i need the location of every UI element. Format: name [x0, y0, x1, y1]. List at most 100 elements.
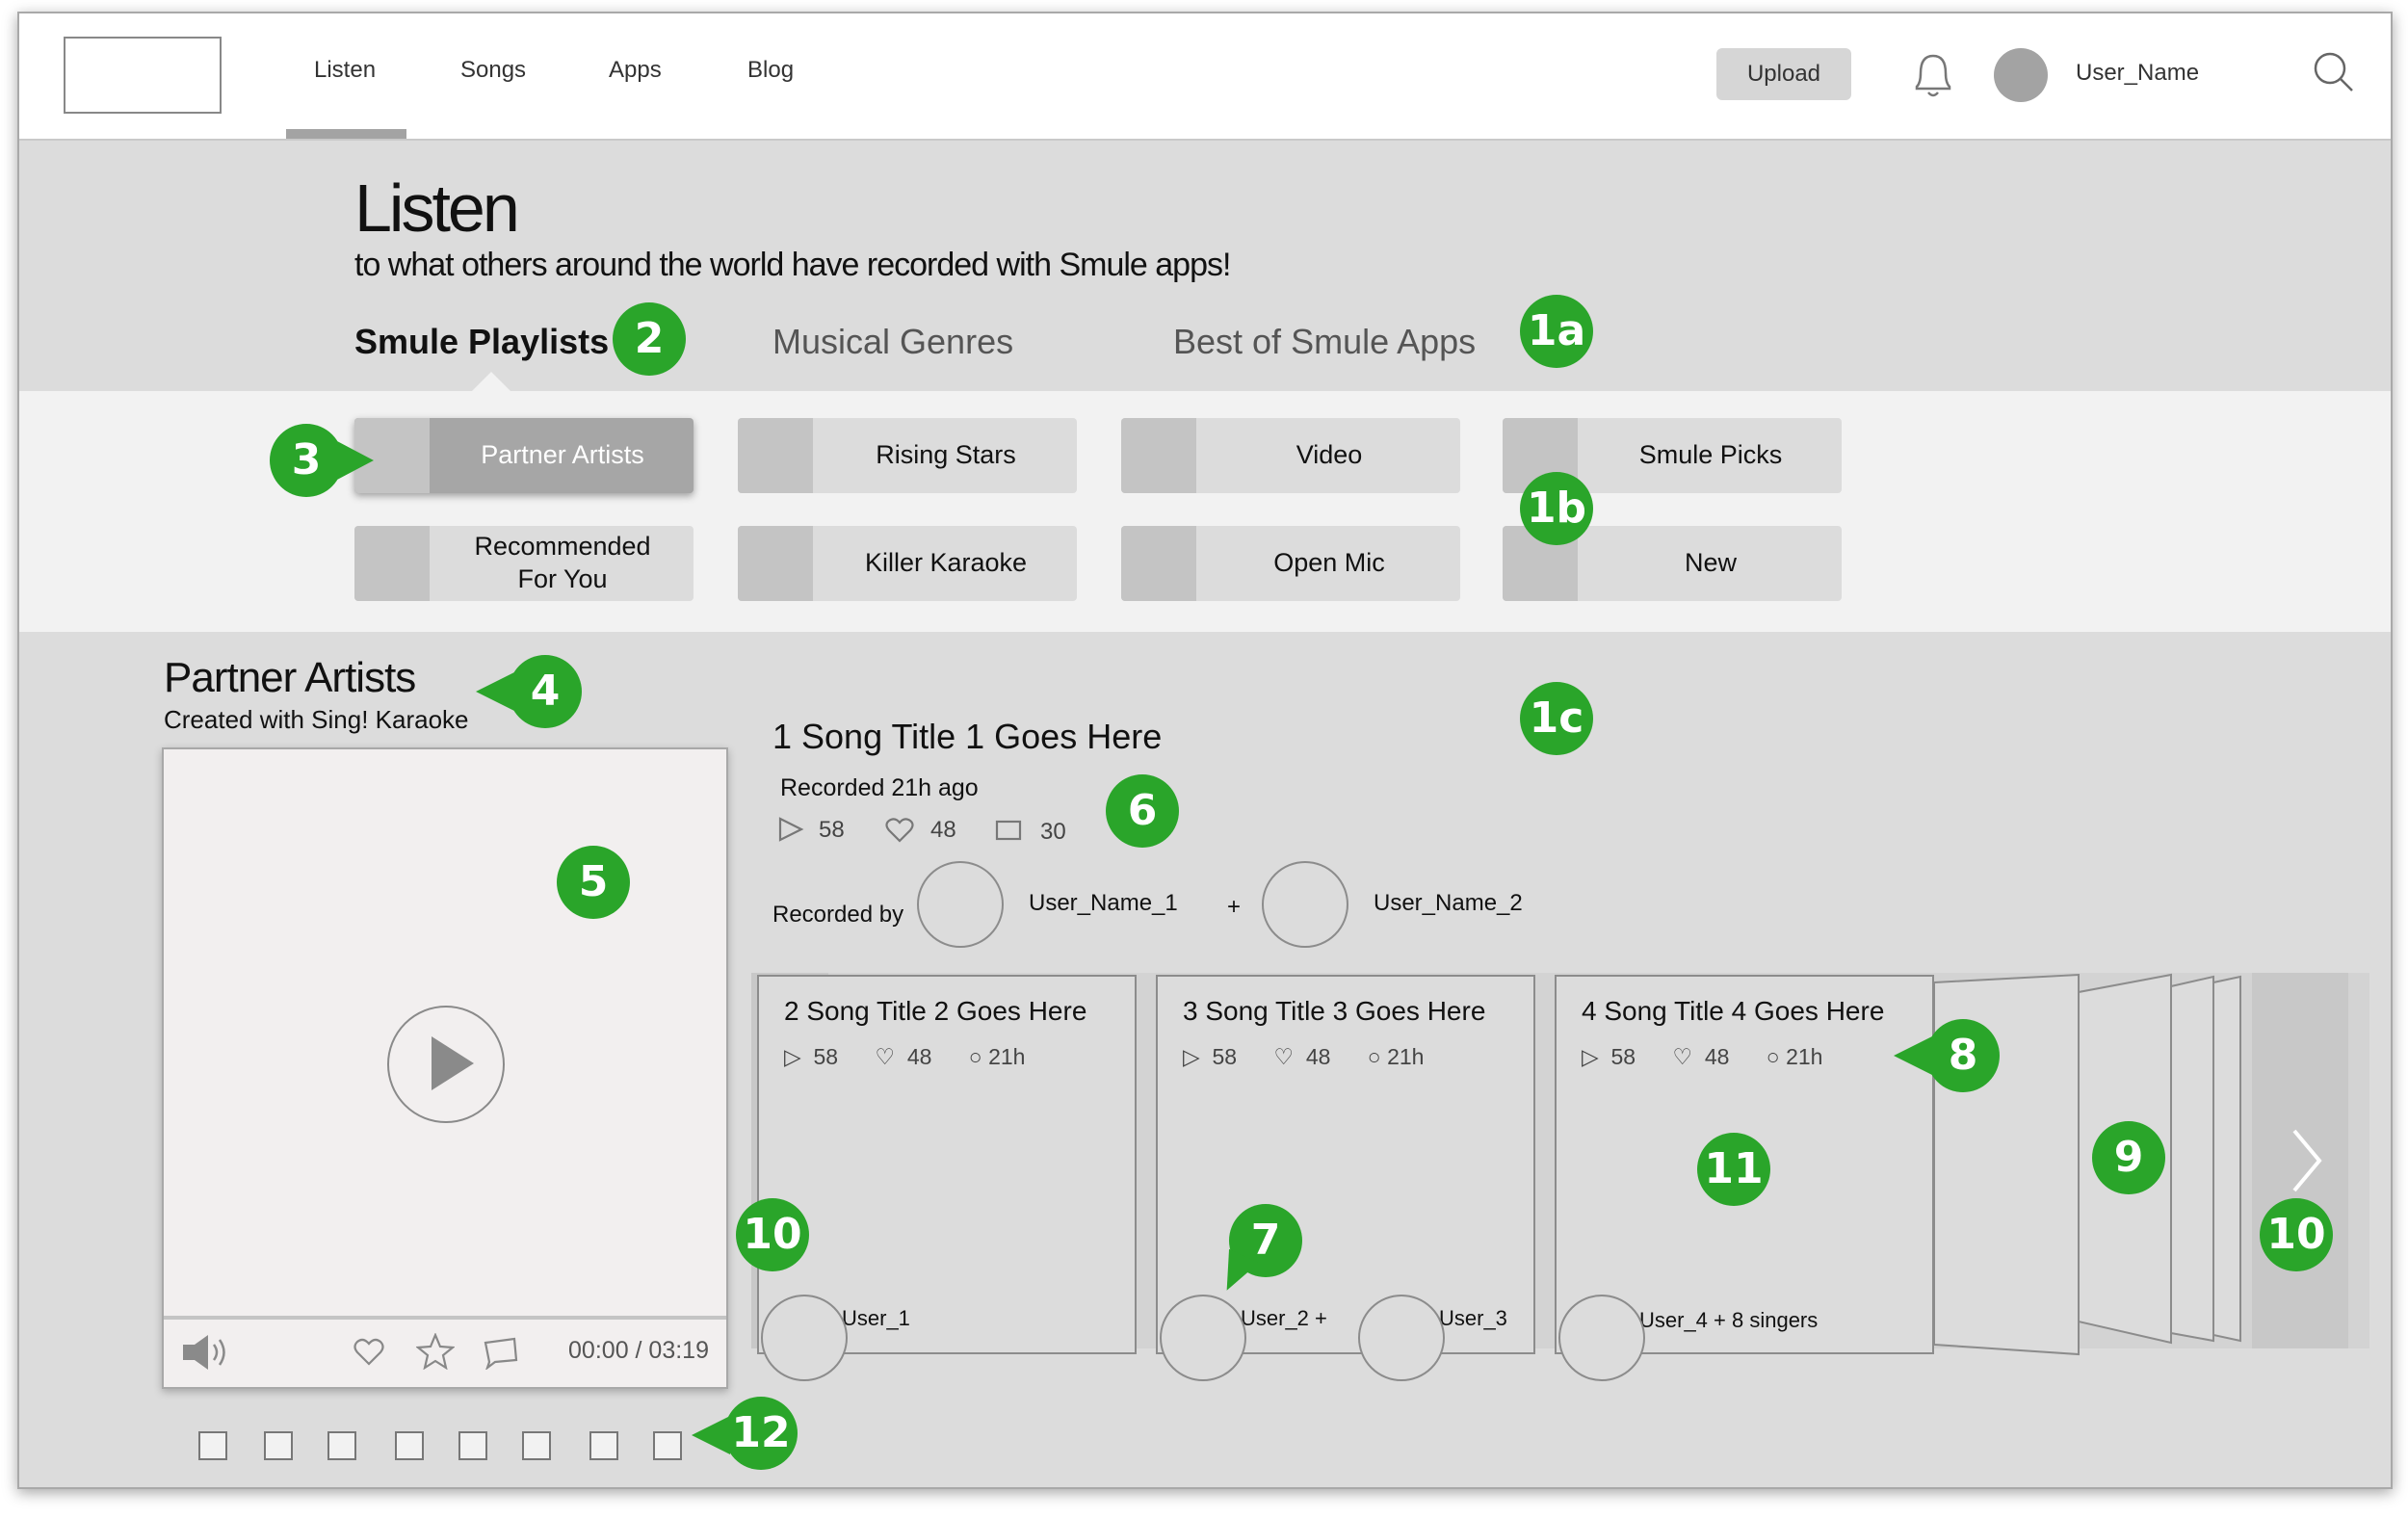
song-card-stats: ▷ 58 ♡ 48 ○ 21h [1183, 1044, 1424, 1070]
song-card-plays: 58 [813, 1044, 839, 1069]
annotation-marker-2: 2 [613, 302, 686, 376]
bell-icon[interactable] [1909, 48, 1957, 102]
featured-user-2[interactable]: User_Name_2 [1374, 890, 1523, 917]
page-dot[interactable] [589, 1431, 618, 1460]
category-thumb [1121, 418, 1196, 493]
song-card-likes: 48 [1704, 1044, 1730, 1069]
page-dot[interactable] [395, 1431, 424, 1460]
category-partner-artists[interactable]: Partner Artists [354, 418, 694, 493]
song-card-users[interactable]: User_2 + [1241, 1306, 1327, 1331]
featured-song-title[interactable]: 1 Song Title 1 Goes Here [772, 717, 1162, 757]
nav-blog[interactable]: Blog [747, 57, 794, 84]
annotation-pointer [1894, 1036, 1932, 1075]
nav-active-indicator [286, 129, 406, 139]
annotation-marker-10-left: 10 [736, 1198, 809, 1271]
volume-icon[interactable] [181, 1333, 239, 1372]
annotation-marker-3: 3 [270, 424, 343, 497]
category-thumb [354, 526, 430, 601]
search-icon[interactable] [2312, 50, 2356, 94]
card-user-avatar[interactable] [1358, 1295, 1445, 1381]
clock-icon: ○ [1766, 1044, 1780, 1069]
card-user-avatar[interactable] [761, 1295, 848, 1381]
logo-placeholder[interactable] [64, 37, 222, 114]
category-open-mic[interactable]: Open Mic [1121, 526, 1460, 601]
nav-listen[interactable]: Listen [314, 57, 376, 84]
annotation-marker-10-right: 10 [2260, 1198, 2333, 1271]
featured-likes: 48 [930, 817, 956, 843]
category-label: Partner Artists [481, 440, 644, 470]
featured-comments: 30 [1040, 819, 1066, 845]
page-dot[interactable] [264, 1431, 293, 1460]
song-card-stats: ▷ 58 ♡ 48 ○ 21h [1582, 1044, 1822, 1070]
app-window: Listen Songs Apps Blog Upload User_Name … [17, 12, 2393, 1489]
tab-musical-genres[interactable]: Musical Genres [772, 322, 1013, 362]
clock-icon: ○ [1367, 1044, 1381, 1069]
top-bar: Listen Songs Apps Blog Upload User_Name [19, 13, 2391, 141]
song-card-users[interactable]: User_1 [842, 1306, 910, 1331]
heart-icon: ♡ [1273, 1044, 1295, 1069]
tab-best-of-smule-apps[interactable]: Best of Smule Apps [1173, 322, 1476, 362]
category-label: New [1684, 548, 1737, 578]
nav-apps[interactable]: Apps [609, 57, 662, 84]
comment-count-icon [995, 820, 1022, 841]
category-thumb [1121, 526, 1196, 601]
user-avatar-2[interactable] [1262, 861, 1348, 948]
nav-songs[interactable]: Songs [460, 57, 526, 84]
annotation-marker-6: 6 [1106, 774, 1179, 848]
song-card-likes: 48 [906, 1044, 932, 1069]
page-dot[interactable] [327, 1431, 356, 1460]
card-user-avatar[interactable] [1160, 1295, 1246, 1381]
featured-user-1[interactable]: User_Name_1 [1029, 890, 1178, 917]
song-card-users-2[interactable]: User_3 [1439, 1306, 1507, 1331]
annotation-marker-4: 4 [509, 655, 582, 728]
carousel-next[interactable] [2252, 973, 2348, 1348]
heart-icon: ♡ [1672, 1044, 1693, 1069]
featured-recorded-ago: Recorded 21h ago [780, 774, 979, 801]
song-card-users[interactable]: User_4 + 8 singers [1639, 1308, 1818, 1333]
category-label: Smule Picks [1638, 440, 1783, 470]
song-card-age: 21h [988, 1044, 1026, 1069]
annotation-pointer [692, 1416, 730, 1454]
user-avatar-1[interactable] [917, 861, 1004, 948]
user-avatar[interactable] [1994, 48, 2048, 102]
play-icon: ▷ [784, 1044, 801, 1069]
category-video[interactable]: Video [1121, 418, 1460, 493]
category-thumb [738, 526, 813, 601]
page-dot[interactable] [198, 1431, 227, 1460]
play-icon: ▷ [1183, 1044, 1200, 1069]
category-label: Rising Stars [876, 440, 1016, 470]
card-user-avatar[interactable] [1558, 1295, 1645, 1381]
category-rising-stars[interactable]: Rising Stars [738, 418, 1077, 493]
username-label[interactable]: User_Name [2076, 60, 2199, 87]
upload-button[interactable]: Upload [1716, 48, 1851, 100]
comment-icon[interactable] [482, 1335, 520, 1370]
page-dot[interactable] [522, 1431, 551, 1460]
annotation-marker-1b: 1b [1520, 472, 1593, 545]
play-button[interactable] [387, 1006, 505, 1123]
chevron-right-icon[interactable] [2287, 1127, 2325, 1194]
song-card-plays: 58 [1212, 1044, 1238, 1069]
annotation-pointer [337, 441, 374, 480]
tab-pointer [472, 372, 510, 391]
star-icon[interactable] [416, 1333, 455, 1370]
video-player[interactable]: 00:00 / 03:19 [162, 747, 728, 1389]
featured-plays: 58 [819, 817, 845, 843]
annotation-marker-1c: 1c [1520, 682, 1593, 755]
heart-icon[interactable] [353, 1337, 385, 1368]
recorded-by-label: Recorded by [772, 902, 904, 928]
annotation-marker-12: 12 [724, 1397, 798, 1470]
tab-smule-playlists[interactable]: Smule Playlists [354, 322, 609, 362]
page-title: Listen [354, 170, 520, 246]
song-card-title: 3 Song Title 3 Goes Here [1183, 996, 1486, 1026]
category-label: Open Mic [1273, 548, 1385, 578]
annotation-marker-8: 8 [1926, 1019, 2000, 1092]
play-count-icon [778, 817, 804, 842]
page-dot[interactable] [653, 1431, 682, 1460]
like-count-icon [885, 818, 914, 843]
song-card-plays: 58 [1610, 1044, 1636, 1069]
category-recommended[interactable]: Recommended For You [354, 526, 694, 601]
annotation-marker-1a: 1a [1520, 295, 1593, 368]
category-killer-karaoke[interactable]: Killer Karaoke [738, 526, 1077, 601]
page-subtitle: to what others around the world have rec… [354, 247, 1231, 283]
page-dot[interactable] [458, 1431, 487, 1460]
